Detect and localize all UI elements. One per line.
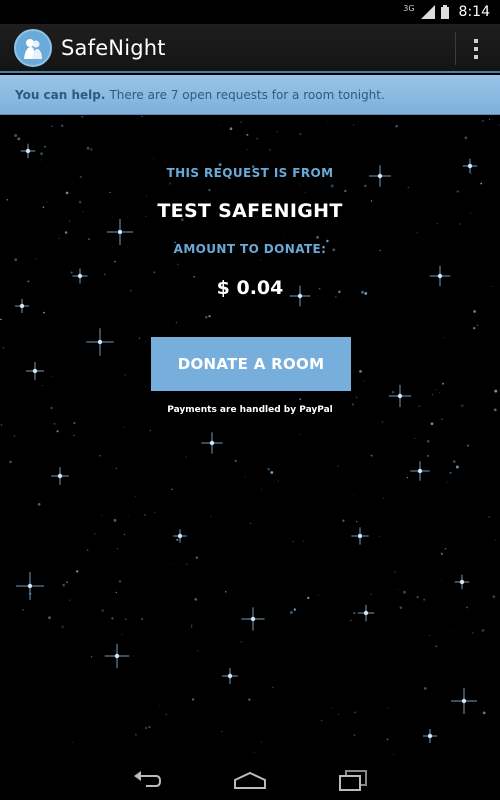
- overflow-menu-icon[interactable]: [464, 34, 488, 64]
- network-type: 3G: [403, 3, 415, 13]
- system-nav-bar: [0, 760, 500, 800]
- donate-room-button[interactable]: DONATE A ROOM: [151, 337, 351, 391]
- banner-bold-text: You can help.: [15, 87, 106, 102]
- banner-text: There are 7 open requests for a room ton…: [109, 87, 385, 102]
- amount-label: AMOUNT TO DONATE:: [173, 242, 327, 256]
- back-icon[interactable]: [127, 766, 167, 794]
- app-title: SafeNight: [61, 35, 166, 60]
- signal-icon: [420, 5, 435, 19]
- open-requests-banner: You can help. There are 7 open requests …: [0, 75, 500, 115]
- request-from-label: THIS REQUEST IS FROM: [166, 166, 334, 180]
- amount-value: $ 0.04: [216, 277, 284, 299]
- action-bar: SafeNight: [0, 24, 500, 73]
- status-bar: 3G 8:14: [0, 0, 500, 24]
- action-bar-divider: [455, 32, 456, 65]
- payment-note: Payments are handled by PayPal: [167, 405, 333, 415]
- status-clock: 8:14: [458, 4, 490, 20]
- home-icon[interactable]: [230, 766, 270, 794]
- safenight-logo-icon[interactable]: [14, 28, 52, 67]
- recents-icon[interactable]: [333, 766, 373, 794]
- battery-icon: [440, 5, 449, 19]
- requester-name: TEST SAFENIGHT: [157, 200, 343, 222]
